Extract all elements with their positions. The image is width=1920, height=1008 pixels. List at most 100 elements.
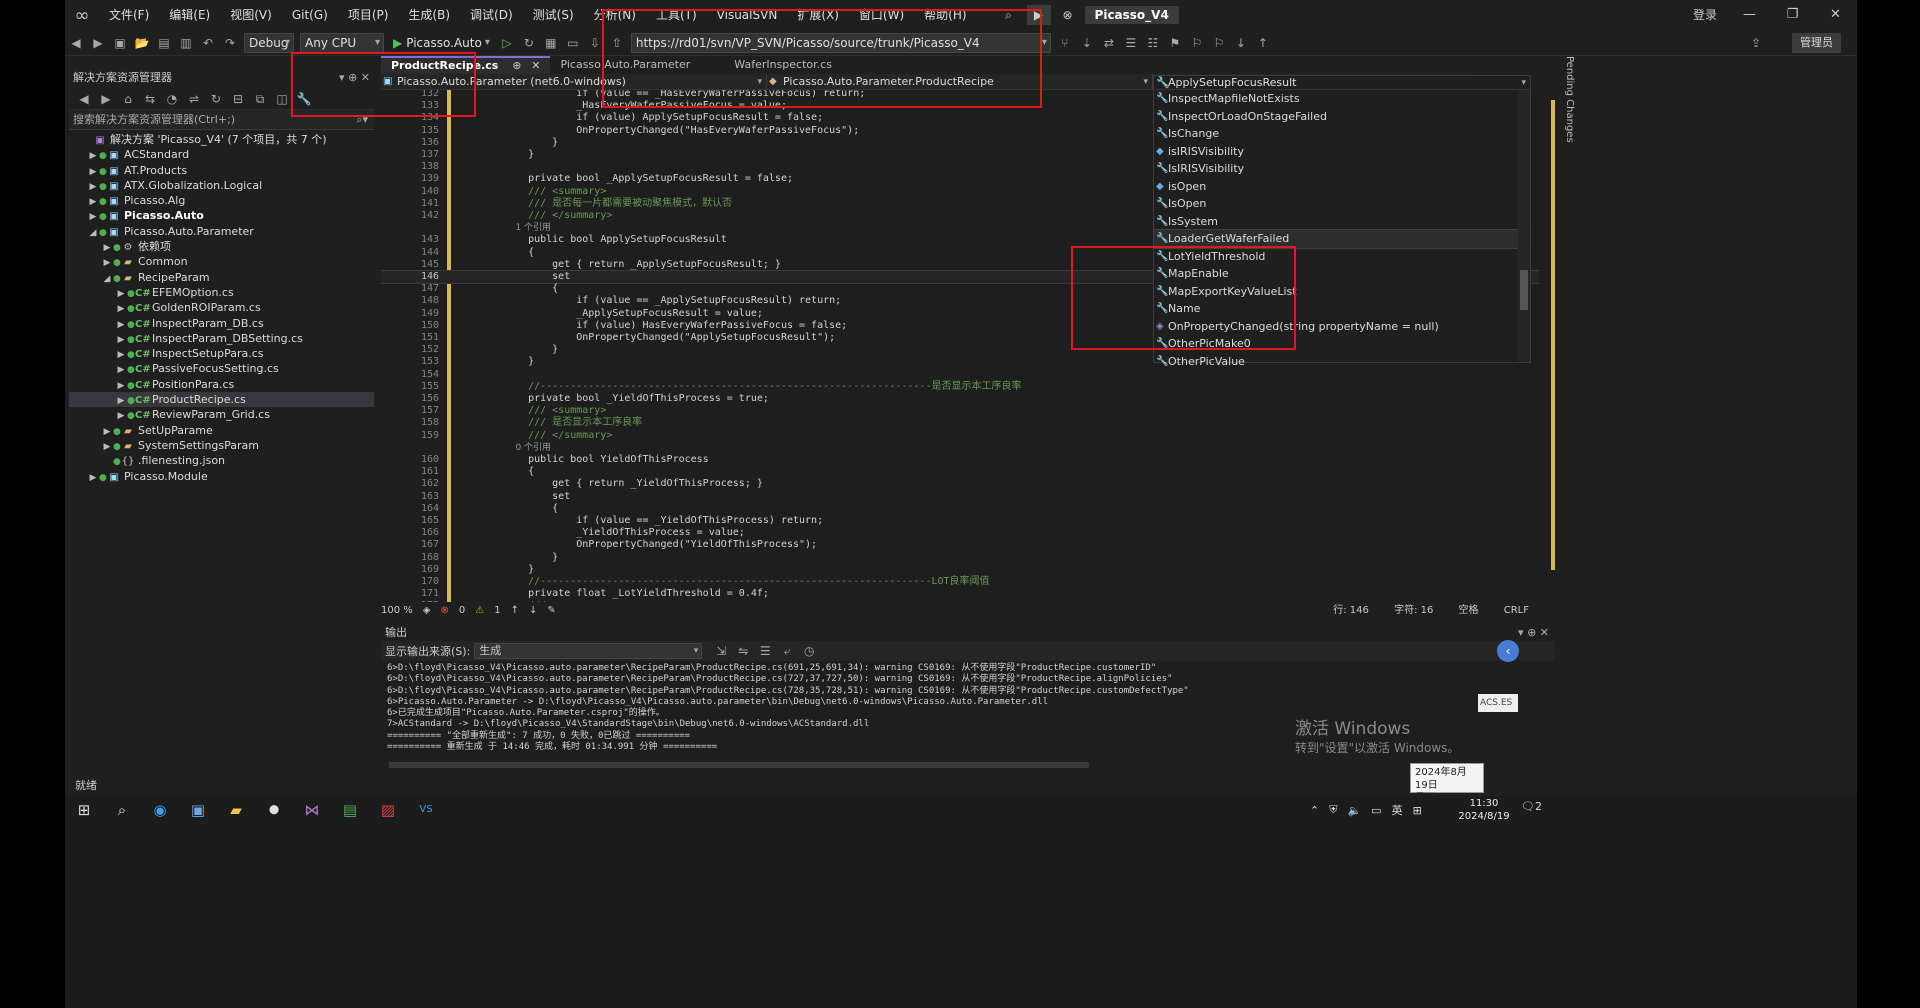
word-wrap-icon[interactable]: ⤶: [776, 641, 798, 661]
menu-item[interactable]: 分析(N): [584, 0, 646, 30]
configuration-select[interactable]: Debug: [244, 32, 294, 53]
tree-item[interactable]: ▶ ● ▣ Picasso.Auto: [69, 208, 374, 223]
member-item[interactable]: 🔧 OtherPicMake0: [1154, 335, 1530, 353]
type-dropdown[interactable]: ◆ Picasso.Auto.Parameter.ProductRecipe: [767, 74, 1153, 90]
close-icon[interactable]: ✕: [1540, 626, 1549, 639]
live-share-icon[interactable]: ⇪: [1745, 33, 1767, 53]
undo-icon[interactable]: ↶: [197, 33, 219, 53]
tree-item[interactable]: ▶ ● ▣ ATX.Globalization.Logical: [69, 178, 374, 193]
tab-picasso-auto-parameter[interactable]: Picasso.Auto.Parameter: [550, 56, 700, 74]
member-item[interactable]: 🔧 InspectOrLoadOnStageFailed: [1154, 108, 1530, 126]
collapse-all-icon[interactable]: ⊟: [227, 89, 249, 109]
ime-icon[interactable]: ⊞: [1413, 804, 1422, 817]
svn-commit-icon[interactable]: ⇧: [606, 33, 628, 53]
refresh-icon[interactable]: ↻: [205, 89, 227, 109]
tree-item[interactable]: ▶ ● ▰ Common: [69, 254, 374, 269]
svn-checkout-icon[interactable]: ⇩: [584, 33, 606, 53]
taskbar-clock[interactable]: 11:30 2024/8/19: [1453, 796, 1515, 823]
search-icon[interactable]: ⌕: [997, 8, 1021, 23]
menu-item[interactable]: 调试(D): [460, 0, 523, 30]
solution-search-input[interactable]: 搜索解决方案资源管理器(Ctrl+;) ⌕▾: [69, 110, 374, 130]
timestamp-icon[interactable]: ◷: [798, 641, 820, 661]
code-line[interactable]: 155 //----------------------------------…: [381, 381, 1541, 393]
windows-start-icon[interactable]: ⊞: [65, 796, 103, 824]
code-line[interactable]: 170 //----------------------------------…: [381, 576, 1541, 588]
menu-item[interactable]: 帮助(H): [914, 0, 976, 30]
properties-icon[interactable]: 🔧: [293, 89, 315, 109]
uncomment-icon[interactable]: ☷: [1142, 33, 1164, 53]
back-icon[interactable]: ◀: [65, 33, 87, 53]
pending-changes-filter-icon[interactable]: ◔: [161, 89, 183, 109]
network-icon[interactable]: ▭: [1371, 804, 1381, 817]
search-icon[interactable]: ⌕▾: [356, 110, 368, 130]
member-item[interactable]: 🔧 LotYieldThreshold: [1154, 248, 1530, 266]
vs-code-icon[interactable]: VS: [407, 796, 445, 824]
tree-item[interactable]: ▣ 解决方案 'Picasso_V4' (7 个项目，共 7 个): [69, 132, 374, 147]
file-explorer-icon[interactable]: ▰: [217, 796, 255, 824]
sync-icon[interactable]: ⇌: [183, 89, 205, 109]
member-item[interactable]: ◆ isIRISVisibility: [1154, 143, 1530, 161]
svn-url-select[interactable]: https://rd01/svn/VP_SVN/Picasso/source/t…: [630, 32, 1051, 53]
store-icon[interactable]: ▣: [179, 796, 217, 824]
menu-item[interactable]: Git(G): [282, 0, 338, 30]
tree-item[interactable]: ▶ ● ▣ AT.Products: [69, 163, 374, 178]
menu-item[interactable]: 测试(S): [523, 0, 584, 30]
pin-icon[interactable]: ⊕: [1527, 626, 1540, 639]
notification-icon[interactable]: 🗨2: [1521, 800, 1542, 813]
msg-app-icon[interactable]: ⬤: [255, 796, 293, 824]
member-item[interactable]: 🔧 MapEnable: [1154, 265, 1530, 283]
project-dropdown[interactable]: ▣ Picasso.Auto.Parameter (net6.0-windows): [381, 74, 767, 90]
stop-circle-icon[interactable]: ⊗: [1057, 8, 1079, 22]
notepad-icon[interactable]: ▤: [331, 796, 369, 824]
find-message-icon[interactable]: ⇋: [732, 641, 754, 661]
tree-item[interactable]: ▶ ●C#InspectSetupPara.cs: [69, 346, 374, 361]
next-bookmark-icon[interactable]: ⚐: [1208, 33, 1230, 53]
tree-item[interactable]: ▶ ●C#InspectParam_DB.cs: [69, 316, 374, 331]
code-line[interactable]: 159 /// </summary>: [381, 430, 1541, 442]
start-without-debug-icon[interactable]: ▷: [496, 33, 518, 53]
menu-item[interactable]: 编辑(E): [159, 0, 220, 30]
new-project-icon[interactable]: ▣: [109, 33, 131, 53]
layout-icon[interactable]: ▭: [562, 33, 584, 53]
edge-browser-icon[interactable]: ◉: [141, 796, 179, 824]
tree-item[interactable]: ▶ ●C#ReviewParam_Grid.cs: [69, 407, 374, 422]
menu-item[interactable]: 视图(V): [220, 0, 282, 30]
member-scrollbar[interactable]: [1518, 90, 1530, 362]
tree-item[interactable]: ▶ ●C#PositionPara.cs: [69, 377, 374, 392]
close-icon[interactable]: ✕: [361, 71, 370, 84]
warning-icon[interactable]: ⚠: [475, 605, 484, 616]
forward-icon[interactable]: ▶: [87, 33, 109, 53]
open-file-icon[interactable]: 📂: [131, 33, 153, 53]
minimize-button[interactable]: —: [1728, 0, 1771, 30]
code-line[interactable]: 162 get { return _YieldOfThisProcess; }: [381, 478, 1541, 490]
debug-run-icon[interactable]: ▶: [1026, 5, 1051, 25]
code-line[interactable]: 168 }: [381, 552, 1541, 564]
visual-studio-taskbar-icon[interactable]: ⋈: [293, 796, 331, 824]
member-item[interactable]: 🔧 InspectMapfileNotExists: [1154, 90, 1530, 108]
member-item[interactable]: 🔧 OtherPicValue: [1154, 353, 1530, 371]
browse-icon[interactable]: ▦: [540, 33, 562, 53]
menu-item[interactable]: 项目(P): [338, 0, 399, 30]
close-button[interactable]: ✕: [1814, 0, 1857, 30]
bookmark-icon[interactable]: ⚑: [1164, 33, 1186, 53]
pdf-app-icon[interactable]: ▨: [369, 796, 407, 824]
save-all-icon[interactable]: ▥: [175, 33, 197, 53]
zoom-level[interactable]: 100 %: [381, 605, 413, 616]
input-language[interactable]: 英: [1392, 802, 1403, 818]
warning-count[interactable]: 1: [494, 605, 500, 616]
member-item[interactable]: 🔧 IsIRISVisibility: [1154, 160, 1530, 178]
prev-issue-icon[interactable]: ↑: [511, 605, 519, 616]
output-hscrollbar[interactable]: [389, 762, 1089, 768]
codelens-reference[interactable]: 1 个引用: [504, 222, 551, 234]
codelens-reference[interactable]: 0 个引用: [504, 442, 551, 454]
home-icon[interactable]: ⌂: [117, 89, 139, 109]
admin-button[interactable]: 管理员: [1792, 33, 1841, 53]
member-item[interactable]: 🔧 IsSystem: [1154, 213, 1530, 231]
start-debug-button[interactable]: ▶ Picasso.Auto ▾: [387, 36, 496, 50]
member-item[interactable]: 🔧 IsOpen: [1154, 195, 1530, 213]
menu-item[interactable]: 扩展(X): [787, 0, 849, 30]
pin-icon[interactable]: ⊕: [348, 71, 361, 84]
code-line[interactable]: 158 /// 是否显示本工序良率: [381, 417, 1541, 429]
code-line[interactable]: 154: [381, 369, 1541, 381]
code-line[interactable]: 0 个引用: [381, 442, 1541, 454]
